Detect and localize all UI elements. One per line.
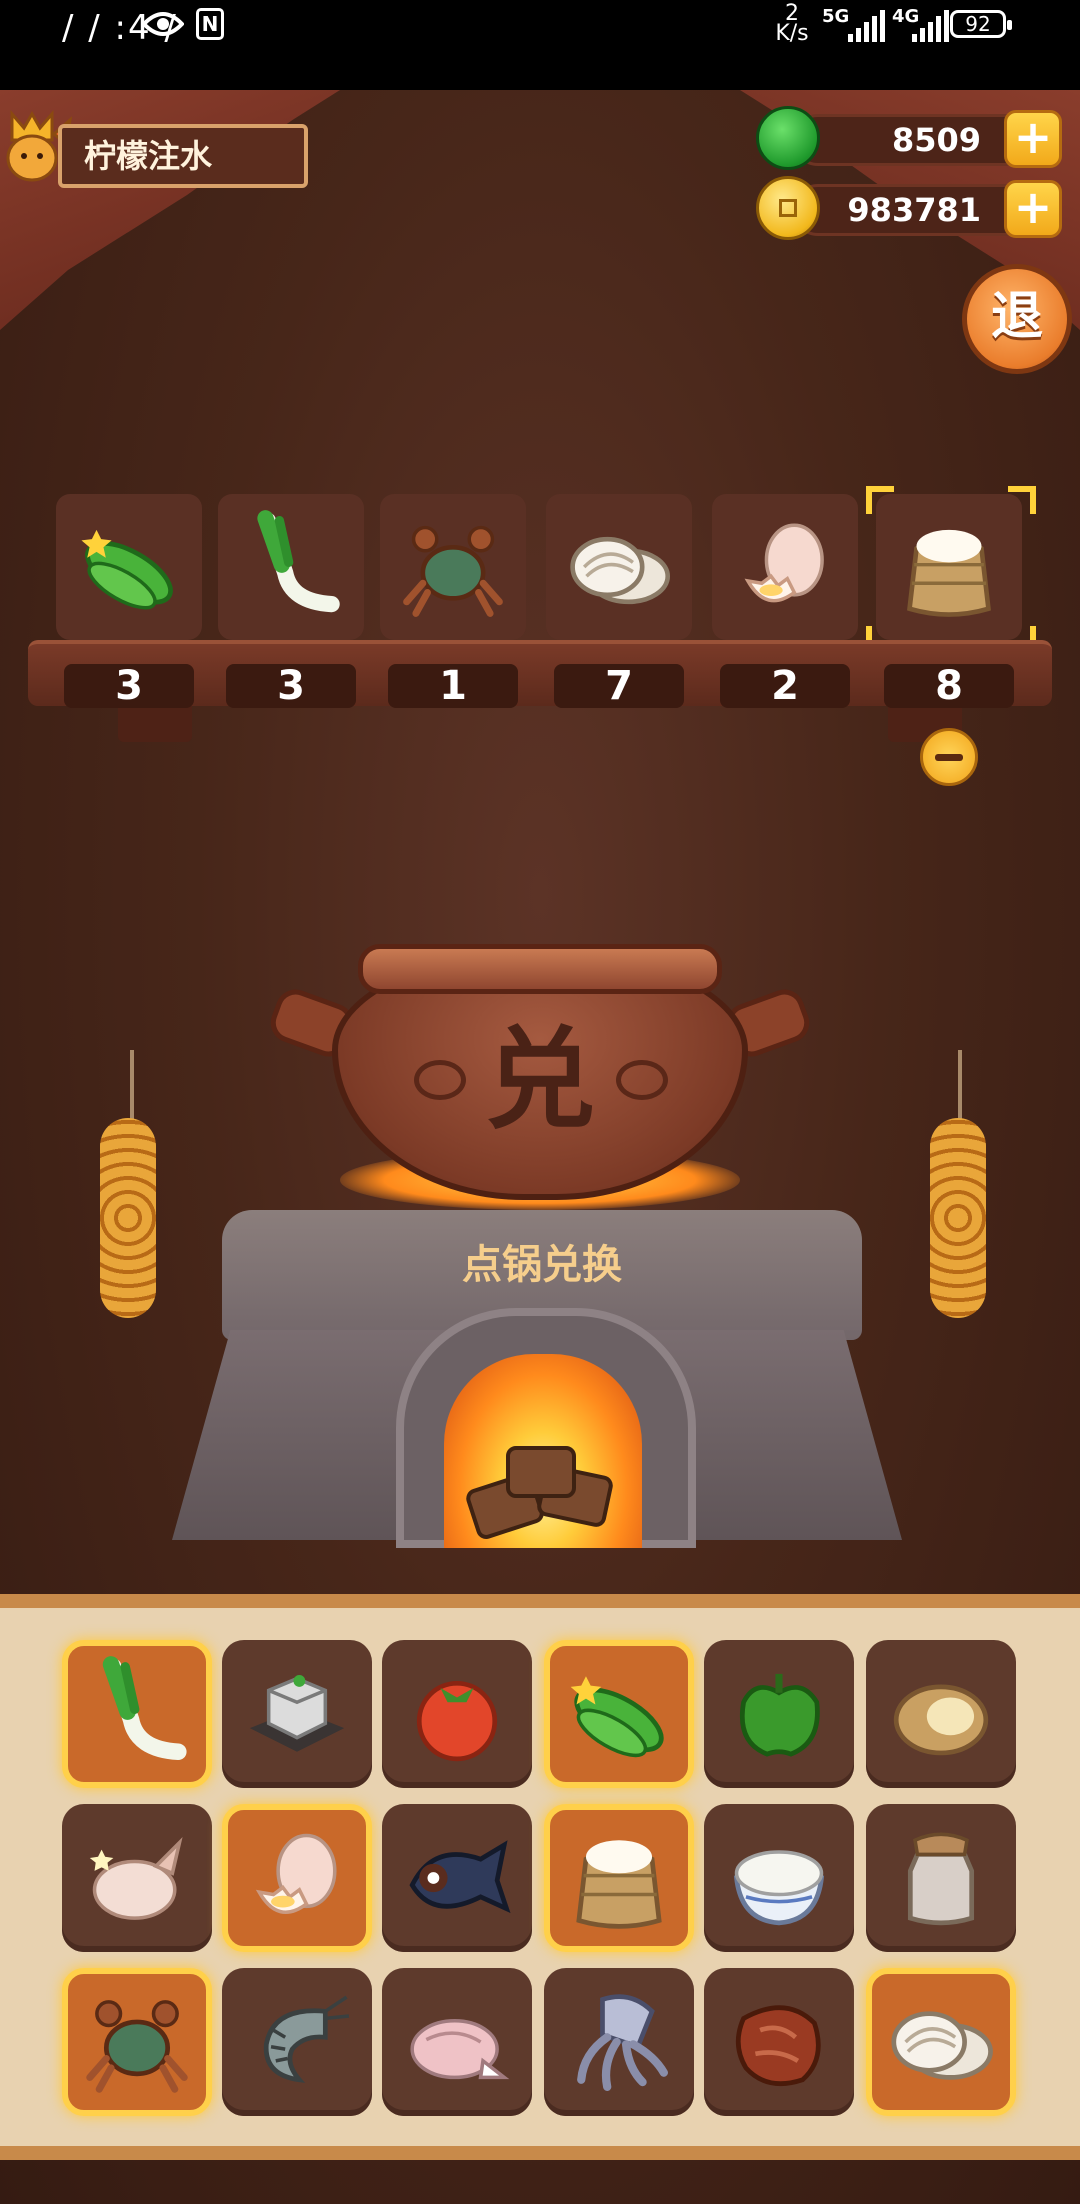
- selected-slot[interactable]: [56, 494, 202, 640]
- inventory-slot[interactable]: [222, 1640, 372, 1788]
- cucumber-icon: [81, 529, 173, 610]
- inventory-slot-selected[interactable]: [866, 1968, 1016, 2116]
- coin-amount: 983781: [792, 184, 1030, 236]
- eye-icon: [142, 12, 184, 36]
- inventory-slot-selected[interactable]: [544, 1804, 694, 1952]
- signal-4g-label: 4G: [892, 6, 920, 27]
- inventory-slot[interactable]: [382, 1968, 532, 2116]
- squid-icon: [577, 1994, 668, 2091]
- exit-button[interactable]: 退: [962, 264, 1072, 374]
- inventory-slot-selected[interactable]: [544, 1640, 694, 1788]
- scallion-icon: [257, 510, 340, 613]
- network-speed: 2 K/s: [770, 3, 814, 46]
- inventory-slot[interactable]: [62, 1804, 212, 1952]
- gem-amount: 8509: [792, 114, 1030, 166]
- green-pepper-icon: [739, 1673, 820, 1757]
- hanging-corn-right: [930, 1118, 986, 1318]
- pot-swirl: [616, 1060, 668, 1100]
- inventory-slot[interactable]: [704, 1968, 854, 2116]
- selected-count: 3: [64, 664, 194, 708]
- selected-count: 3: [226, 664, 356, 708]
- egg-icon: [744, 523, 824, 603]
- selected-slot[interactable]: [712, 494, 858, 640]
- nfc-icon: N: [196, 8, 224, 40]
- inventory-slot[interactable]: [704, 1804, 854, 1952]
- decrease-quantity-button[interactable]: [920, 728, 978, 786]
- status-bar: / / :4 / N 2 K/s 5G 4G 92: [0, 0, 1080, 90]
- inventory-slot-selected[interactable]: [222, 1804, 372, 1952]
- focus-corner: [1008, 486, 1036, 514]
- flour-sack-icon: [576, 1840, 662, 1929]
- shrimp-icon: [263, 1995, 350, 2083]
- add-coins-button[interactable]: +: [1004, 180, 1062, 238]
- selected-count: 7: [554, 664, 684, 708]
- clam-icon: [891, 2011, 993, 2080]
- selected-slot-focused[interactable]: [876, 494, 1022, 640]
- crab-icon: [403, 525, 503, 617]
- rice-bowl-icon: [733, 1850, 825, 1926]
- inventory-slot[interactable]: [382, 1640, 532, 1788]
- inventory-slot[interactable]: [222, 1968, 372, 2116]
- tap-pot-exchange-label[interactable]: 点锅兑换: [222, 1232, 862, 1290]
- tomato-icon: [416, 1680, 498, 1762]
- copper-coin-icon: [756, 176, 820, 240]
- add-gems-button[interactable]: +: [1004, 110, 1062, 168]
- jade-gem-icon: [756, 106, 820, 170]
- signal-5g-icon: 5G: [822, 6, 885, 42]
- selected-count: 8: [884, 664, 1014, 708]
- inventory-slot[interactable]: [382, 1804, 532, 1952]
- crab-icon: [86, 2000, 188, 2093]
- potato-icon: [893, 1684, 989, 1756]
- pot-character: 兑: [485, 1016, 595, 1144]
- cucumber-icon: [570, 1676, 664, 1758]
- coin-counter: 983781 +: [756, 176, 1068, 240]
- inventory-slot-selected[interactable]: [62, 1640, 212, 1788]
- clam-icon: [570, 536, 671, 605]
- gem-counter: 8509 +: [756, 106, 1068, 170]
- hanging-corn-left: [100, 1118, 156, 1318]
- shelf-leg: [118, 706, 192, 742]
- focus-corner: [866, 486, 894, 514]
- egg-icon: [255, 1833, 337, 1914]
- selected-slot[interactable]: [218, 494, 364, 640]
- ham-icon: [735, 2005, 821, 2087]
- selected-count: 1: [388, 664, 518, 708]
- firewood-log: [506, 1446, 576, 1498]
- selected-count: 2: [720, 664, 850, 708]
- inventory-slot-selected[interactable]: [62, 1968, 212, 2116]
- tofu-icon: [249, 1675, 345, 1752]
- battery-icon: 92: [950, 10, 1012, 38]
- pot-swirl: [414, 1060, 466, 1100]
- selected-slot[interactable]: [546, 494, 692, 640]
- inventory-slot[interactable]: [866, 1804, 1016, 1952]
- network-speed-unit: K/s: [775, 21, 809, 46]
- pot-rim: [358, 944, 722, 994]
- fish-icon: [409, 1840, 511, 1914]
- player-name: 柠檬注水: [58, 124, 308, 188]
- inventory-slot[interactable]: [866, 1640, 1016, 1788]
- selected-slot[interactable]: [380, 494, 526, 640]
- inventory-slot[interactable]: [544, 1968, 694, 2116]
- duck-icon: [410, 2018, 510, 2080]
- scallion-icon: [102, 1656, 187, 1761]
- signal-4g-icon: 4G: [892, 6, 952, 42]
- inventory-slot[interactable]: [704, 1640, 854, 1788]
- chicken-icon: [89, 1836, 183, 1920]
- jar-icon: [907, 1832, 975, 1926]
- signal-5g-label: 5G: [822, 6, 850, 27]
- flour-sack-icon: [907, 529, 991, 617]
